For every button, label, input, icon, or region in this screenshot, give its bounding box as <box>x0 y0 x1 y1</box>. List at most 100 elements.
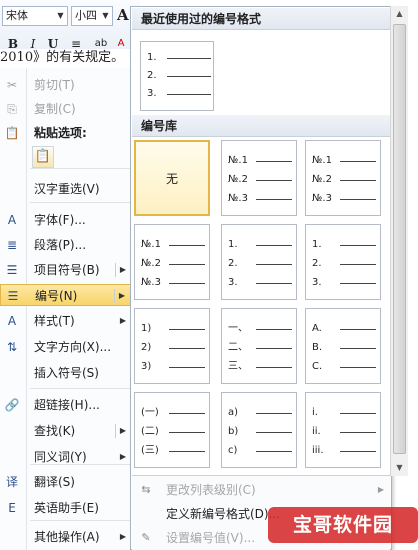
menu-item-label: 同义词(Y) <box>34 450 87 464</box>
submenu-arrow-icon[interactable]: ▶ <box>120 446 126 468</box>
font-name-combo[interactable]: 宋体 ▼ <box>2 6 68 26</box>
scroll-thumb[interactable] <box>393 24 406 454</box>
list-number: 2. <box>147 70 157 81</box>
text-direction-menuitem[interactable]: ⇅ 文字方向(X)... <box>0 336 134 358</box>
list-number: 1. <box>147 52 157 63</box>
translate-menuitem[interactable]: 译 翻译(S) <box>0 471 134 493</box>
numbering-format-tile[interactable]: i. ii. iii. <box>305 392 381 468</box>
lookup-menuitem[interactable]: 查找(K) ▶ <box>0 420 134 442</box>
menu-item-label: 段落(P)... <box>34 238 87 252</box>
split-divider <box>115 263 116 277</box>
list-number: 1. <box>228 239 238 250</box>
list-row: №.1 <box>228 155 294 167</box>
list-number: №.3 <box>228 193 248 204</box>
list-row: 1) <box>141 323 207 335</box>
list-level-icon: ⇆ <box>141 483 151 496</box>
numbering-menuitem[interactable]: ☰ 编号(N) ▶ <box>0 284 134 306</box>
menu-item-label: 设置编号值(V)... <box>166 531 256 545</box>
list-line <box>169 245 205 246</box>
copy-menuitem[interactable]: ⎘ 复制(C) <box>0 98 134 120</box>
submenu-arrow-icon[interactable]: ▶ <box>119 285 125 307</box>
hyperlink-menuitem[interactable]: 🔗 超链接(H)... <box>0 394 134 416</box>
list-row: №.3 <box>141 277 207 289</box>
numbering-none-tile[interactable]: 无 <box>134 140 210 216</box>
numbering-format-tile[interactable]: A. B. C. <box>305 308 381 384</box>
list-row: iii. <box>312 445 378 457</box>
list-line <box>340 348 376 349</box>
none-label: 无 <box>165 172 178 186</box>
numbering-format-tile[interactable]: (一) (二) (三) <box>134 392 210 468</box>
list-row: B. <box>312 342 378 354</box>
list-row: A. <box>312 323 378 335</box>
list-line <box>340 432 376 433</box>
menu-separator <box>30 520 130 521</box>
list-number: iii. <box>312 445 324 456</box>
list-number: a) <box>228 407 239 418</box>
chevron-down-icon[interactable]: ▼ <box>100 7 111 25</box>
submenu-arrow-icon[interactable]: ▶ <box>120 259 126 281</box>
paste-options-menuitem[interactable]: 📋 粘贴选项: <box>0 122 134 144</box>
gallery-scrollbar[interactable]: ▲ ▼ <box>390 6 408 476</box>
reconvert-menuitem[interactable]: 汉字重选(V) <box>0 178 134 200</box>
list-number: 3. <box>228 277 238 288</box>
list-row: 二、 <box>228 342 294 354</box>
font-menuitem[interactable]: A 字体(F)... <box>0 209 134 231</box>
submenu-arrow-icon[interactable]: ▶ <box>120 310 126 332</box>
recent-numbering-tile[interactable]: 1. 2. 3. <box>140 41 214 111</box>
bullets-menuitem[interactable]: ☰ 项目符号(B) ▶ <box>0 259 134 281</box>
list-row: №.2 <box>312 174 378 186</box>
menu-item-label: 定义新编号格式(D)... <box>166 507 281 521</box>
submenu-arrow-icon[interactable]: ▶ <box>378 478 384 502</box>
list-number: 一、 <box>228 323 248 334</box>
numbering-format-tile[interactable]: 1. 2. 3. <box>221 224 297 300</box>
split-divider <box>114 289 115 303</box>
menu-item-label: 更改列表级别(C) <box>166 483 256 497</box>
numbering-format-tile[interactable]: 1) 2) 3) <box>134 308 210 384</box>
list-number: 3. <box>312 277 322 288</box>
list-number: 二、 <box>228 342 248 353</box>
insert-symbol-menuitem[interactable]: 插入符号(S) <box>0 362 134 384</box>
list-row: 1. <box>147 52 213 64</box>
chevron-down-icon[interactable]: ▼ <box>55 7 66 25</box>
cut-menuitem[interactable]: ✂ 剪切(T) <box>0 74 134 96</box>
list-line <box>256 413 292 414</box>
styles-menuitem[interactable]: A 样式(T) ▶ <box>0 310 134 332</box>
list-line <box>169 451 205 452</box>
submenu-arrow-icon[interactable]: ▶ <box>120 420 126 442</box>
list-line <box>256 329 292 330</box>
list-line <box>256 367 292 368</box>
change-list-level-menuitem[interactable]: ⇆ 更改列表级别(C) ▶ <box>132 478 390 502</box>
numbering-format-tile[interactable]: 一、 二、 三、 <box>221 308 297 384</box>
paragraph-icon: ≣ <box>6 238 18 252</box>
list-number: ii. <box>312 426 321 437</box>
list-line <box>169 413 205 414</box>
scroll-down-icon[interactable]: ▼ <box>391 460 408 476</box>
list-line <box>169 283 205 284</box>
list-row: 3. <box>312 277 378 289</box>
scroll-up-icon[interactable]: ▲ <box>391 6 408 22</box>
list-line <box>256 245 292 246</box>
numbering-format-tile[interactable]: №.1 №.2 №.3 <box>134 224 210 300</box>
list-number: (二) <box>141 426 159 437</box>
list-number: 3) <box>141 361 152 372</box>
more-actions-menuitem[interactable]: 其他操作(A) ▶ <box>0 526 134 548</box>
numbering-format-tile[interactable]: a) b) c) <box>221 392 297 468</box>
list-line <box>256 161 292 162</box>
grow-font-button[interactable]: A <box>117 6 129 24</box>
paragraph-menuitem[interactable]: ≣ 段落(P)... <box>0 234 134 256</box>
list-row: 一、 <box>228 323 294 335</box>
paste-keep-text-icon[interactable]: 📋 <box>32 146 54 168</box>
numbering-format-tile[interactable]: 1. 2. 3. <box>305 224 381 300</box>
list-row: 2. <box>228 258 294 270</box>
list-line <box>167 58 211 59</box>
english-assistant-menuitem[interactable]: E 英语助手(E) <box>0 497 134 519</box>
font-size-combo[interactable]: 小四 ▼ <box>71 6 113 26</box>
submenu-arrow-icon[interactable]: ▶ <box>120 526 126 548</box>
list-row: b) <box>228 426 294 438</box>
list-line <box>256 451 292 452</box>
numbering-format-tile[interactable]: №.1 №.2 №.3 <box>305 140 381 216</box>
numbering-format-tile[interactable]: №.1 №.2 №.3 <box>221 140 297 216</box>
numbering-icon: ☰ <box>7 289 19 303</box>
synonyms-menuitem[interactable]: 同义词(Y) ▶ <box>0 446 134 468</box>
list-row: 3. <box>228 277 294 289</box>
